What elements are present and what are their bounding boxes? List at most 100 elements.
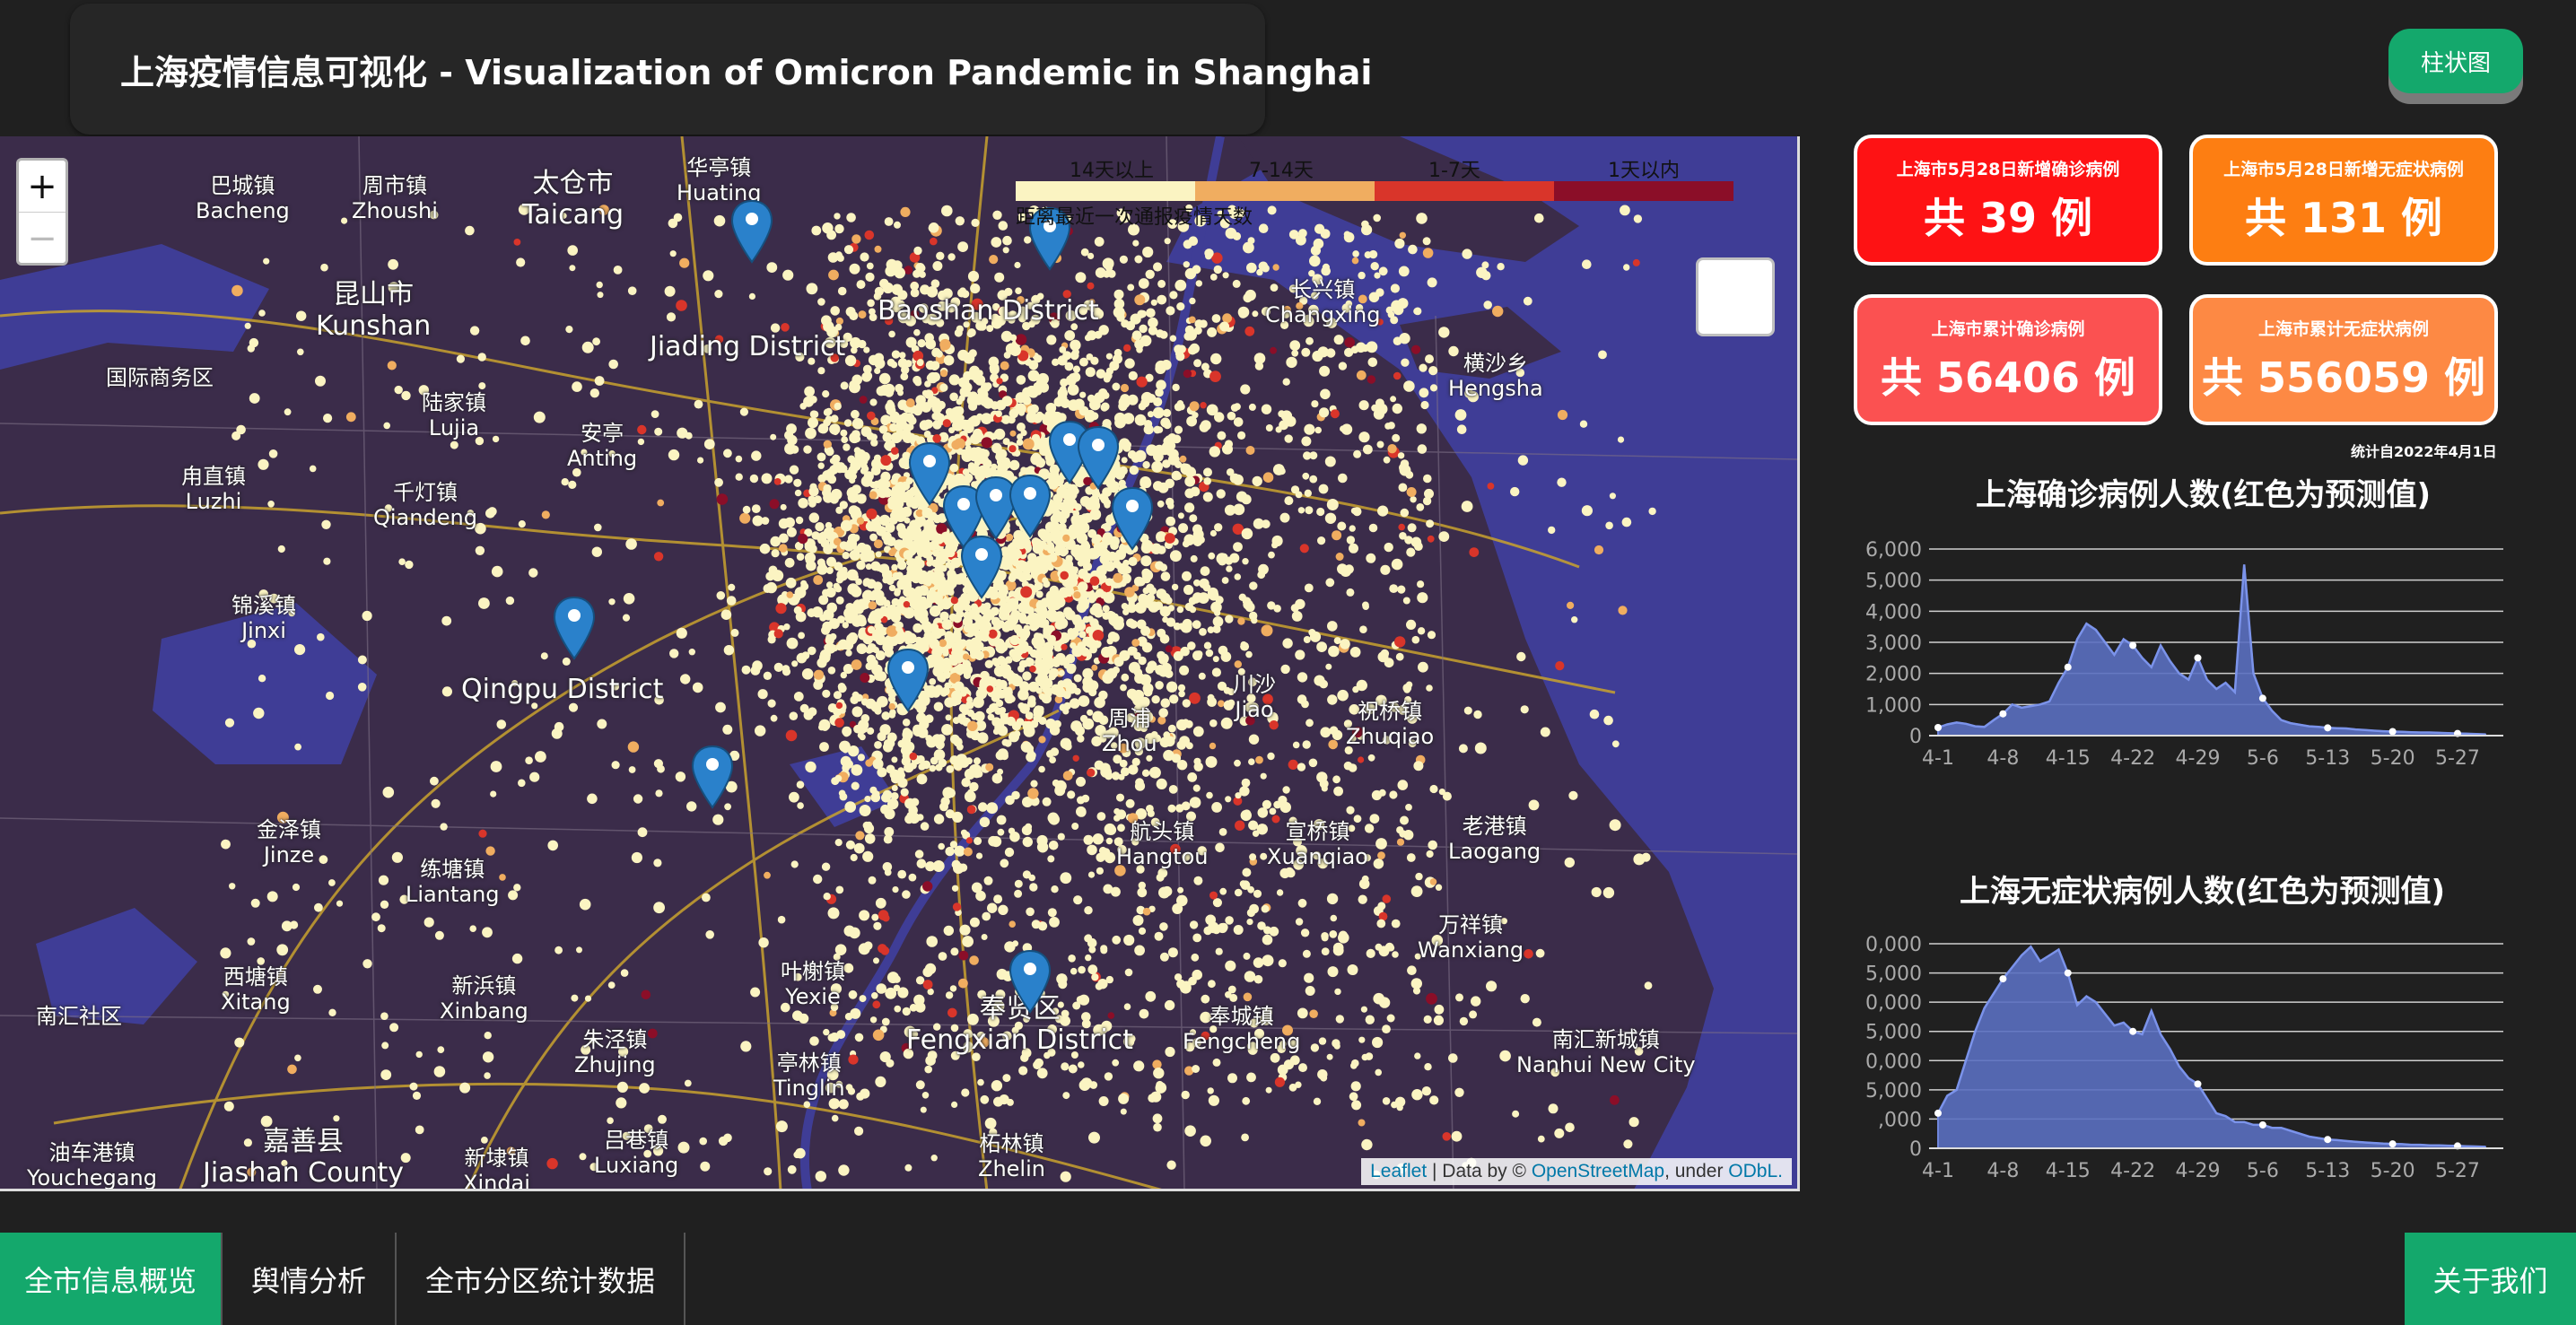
- case-marker: [976, 370, 983, 377]
- case-marker: [1234, 660, 1243, 668]
- tab-district-stats[interactable]: 全市分区统计数据: [397, 1233, 685, 1325]
- case-marker: [1002, 1074, 1011, 1083]
- case-marker: [1047, 546, 1055, 554]
- case-marker: [1463, 706, 1472, 715]
- case-marker: [720, 609, 732, 620]
- case-marker: [852, 534, 860, 542]
- case-marker: [925, 338, 937, 350]
- case-marker: [1327, 621, 1338, 632]
- case-marker: [699, 1137, 707, 1146]
- location-pin-icon[interactable]: [553, 596, 596, 662]
- case-marker: [764, 871, 771, 879]
- case-marker: [1429, 1095, 1439, 1105]
- leaflet-link[interactable]: Leaflet: [1370, 1161, 1427, 1181]
- case-marker: [716, 493, 729, 505]
- case-marker: [401, 390, 411, 401]
- district-label: Baoshan District: [878, 295, 1099, 327]
- about-us-button[interactable]: 关于我们: [2405, 1233, 2576, 1325]
- case-marker: [1054, 544, 1066, 555]
- case-marker: [1207, 587, 1218, 598]
- case-marker: [895, 523, 906, 533]
- case-marker: [1134, 780, 1146, 791]
- case-marker: [1193, 359, 1202, 368]
- case-marker: [1330, 409, 1340, 419]
- case-marker: [382, 786, 395, 798]
- location-pin-icon[interactable]: [1009, 474, 1052, 540]
- location-pin-icon[interactable]: [1111, 486, 1154, 553]
- case-marker: [1412, 987, 1421, 995]
- case-marker: [989, 255, 999, 265]
- confirmed-cases-chart[interactable]: 01,0002,0003,0004,0005,0006,0004-1 4-8 4-1…: [1848, 538, 2512, 771]
- layer-control-button[interactable]: [1696, 257, 1775, 336]
- case-marker: [1393, 371, 1402, 380]
- case-marker: [856, 280, 866, 290]
- case-marker: [584, 995, 592, 1002]
- case-marker: [858, 456, 869, 466]
- case-marker: [1190, 486, 1201, 497]
- case-marker: [941, 724, 953, 736]
- case-marker: [850, 543, 858, 550]
- case-marker: [981, 437, 993, 449]
- location-pin-icon[interactable]: [1009, 949, 1052, 1016]
- case-marker: [895, 625, 903, 632]
- case-marker: [773, 629, 783, 639]
- odbl-link[interactable]: ODbL.: [1728, 1161, 1783, 1181]
- location-pin-icon[interactable]: [886, 648, 930, 714]
- case-marker: [897, 389, 904, 397]
- case-marker: [1153, 1122, 1162, 1132]
- data-point: [2194, 654, 2202, 662]
- location-pin-icon[interactable]: [960, 535, 1003, 601]
- asymptomatic-cases-chart[interactable]: 0,0005,0000,0005,0000,0005,0000,0004-1 4-…: [1848, 933, 2512, 1184]
- case-marker: [961, 1088, 970, 1097]
- case-marker: [1104, 501, 1111, 509]
- case-marker: [916, 773, 928, 785]
- case-marker: [1394, 636, 1406, 648]
- case-marker: [1088, 1131, 1100, 1144]
- case-marker: [780, 503, 787, 510]
- case-marker: [974, 757, 981, 765]
- case-marker: [1232, 279, 1241, 288]
- case-marker: [412, 1091, 422, 1100]
- zoom-out-button[interactable]: −: [19, 213, 65, 264]
- case-marker: [987, 902, 998, 913]
- tab-overview[interactable]: 全市信息概览: [0, 1233, 223, 1325]
- outbreak-map[interactable]: 巴城镇 Bacheng 周市镇 Zhoushi 太仓市 Taicang 华亭镇 Huat…: [0, 136, 1800, 1191]
- case-marker: [1623, 1139, 1633, 1149]
- case-marker: [668, 449, 680, 461]
- data-point: [1934, 723, 1942, 731]
- case-marker: [872, 629, 884, 641]
- case-marker: [653, 552, 664, 562]
- zoom-in-button[interactable]: +: [19, 161, 65, 213]
- case-marker: [1169, 550, 1182, 562]
- case-marker: [1148, 326, 1158, 336]
- case-marker: [1102, 848, 1111, 857]
- case-marker: [916, 754, 925, 764]
- case-marker: [897, 560, 907, 571]
- location-pin-icon[interactable]: [730, 199, 773, 266]
- case-marker: [758, 937, 769, 948]
- case-marker: [1603, 715, 1613, 726]
- case-marker: [1087, 394, 1096, 403]
- case-marker: [268, 449, 278, 458]
- case-marker: [1183, 369, 1192, 379]
- case-marker: [924, 963, 937, 975]
- location-pin-icon[interactable]: [1077, 425, 1120, 492]
- case-marker: [492, 435, 500, 443]
- case-marker: [657, 764, 665, 773]
- bar-chart-button[interactable]: 柱状图: [2388, 29, 2523, 93]
- case-marker: [1045, 690, 1052, 697]
- case-marker: [1068, 955, 1076, 963]
- case-marker: [1263, 926, 1271, 935]
- case-marker: [424, 917, 434, 928]
- case-marker: [1049, 756, 1056, 763]
- card-value: 共 131 例: [2244, 193, 2443, 242]
- case-marker: [1246, 262, 1257, 274]
- location-pin-icon[interactable]: [691, 745, 734, 811]
- tab-sentiment[interactable]: 舆情分析: [223, 1233, 397, 1325]
- case-marker: [796, 652, 808, 664]
- case-marker: [1377, 851, 1385, 859]
- case-marker: [828, 269, 839, 281]
- place-label: 周浦 Zhou: [1102, 706, 1157, 756]
- case-marker: [328, 1008, 336, 1016]
- osm-link[interactable]: OpenStreetMap: [1532, 1161, 1664, 1181]
